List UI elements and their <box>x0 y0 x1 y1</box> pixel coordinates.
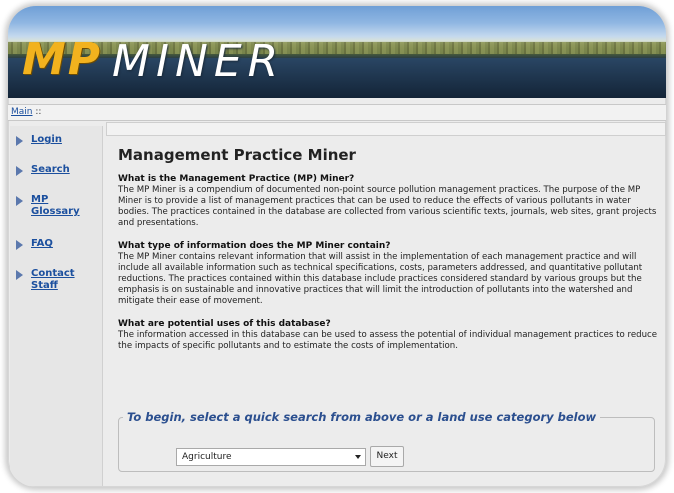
sidebar-item-label[interactable]: MP Glossary <box>31 194 80 218</box>
section-body: The MP Miner contains relevant informati… <box>118 252 643 306</box>
main-content: Management Practice Miner What is the Ma… <box>118 146 663 364</box>
chevron-down-icon <box>355 455 361 459</box>
page-title: Management Practice Miner <box>118 146 356 164</box>
land-use-select-value: Agriculture <box>182 452 232 462</box>
sidebar: Login Search MP Glossary FAQ Contact Sta… <box>10 126 103 486</box>
sidebar-item-label[interactable]: Contact Staff <box>31 268 77 292</box>
triangle-right-icon <box>16 270 23 280</box>
sidebar-item-login[interactable]: Login <box>16 134 62 146</box>
page-frame: MP MINER Main :: Login Search MP Glossar… <box>8 6 666 487</box>
banner-water <box>8 58 666 98</box>
breadcrumb-separator: :: <box>35 107 42 117</box>
triangle-right-icon <box>16 196 23 206</box>
sidebar-item-mp-glossary[interactable]: MP Glossary <box>16 194 80 218</box>
next-button[interactable]: Next <box>370 446 404 467</box>
breadcrumb: Main :: <box>8 104 666 121</box>
sidebar-item-label[interactable]: Search <box>31 164 70 176</box>
logo-miner: MINER <box>112 36 285 87</box>
sidebar-item-faq[interactable]: FAQ <box>16 238 53 250</box>
land-use-select[interactable]: Agriculture <box>176 448 366 466</box>
logo-mp: MP <box>22 34 103 85</box>
quick-search-fieldset: To begin, select a quick search from abo… <box>118 410 655 472</box>
banner-reeds <box>8 42 666 54</box>
section-body: The MP Miner is a compendium of document… <box>118 185 657 228</box>
sidebar-item-label[interactable]: Login <box>31 134 62 146</box>
section-body: The information accessed in this databas… <box>118 330 658 351</box>
quick-search-legend: To begin, select a quick search from abo… <box>127 410 597 424</box>
triangle-right-icon <box>16 166 23 176</box>
section-heading: What type of information does the MP Min… <box>118 241 391 251</box>
triangle-right-icon <box>16 240 23 250</box>
sidebar-item-label[interactable]: FAQ <box>31 238 53 250</box>
sidebar-item-contact-staff[interactable]: Contact Staff <box>16 268 86 292</box>
triangle-right-icon <box>16 136 23 146</box>
section-heading: What are potential uses of this database… <box>118 319 331 329</box>
section-heading: What is the Management Practice (MP) Min… <box>118 174 355 184</box>
header-banner: MP MINER <box>8 6 666 98</box>
sidebar-item-search[interactable]: Search <box>16 164 70 176</box>
breadcrumb-main-link[interactable]: Main <box>11 107 33 117</box>
content-top-bar <box>106 122 666 136</box>
